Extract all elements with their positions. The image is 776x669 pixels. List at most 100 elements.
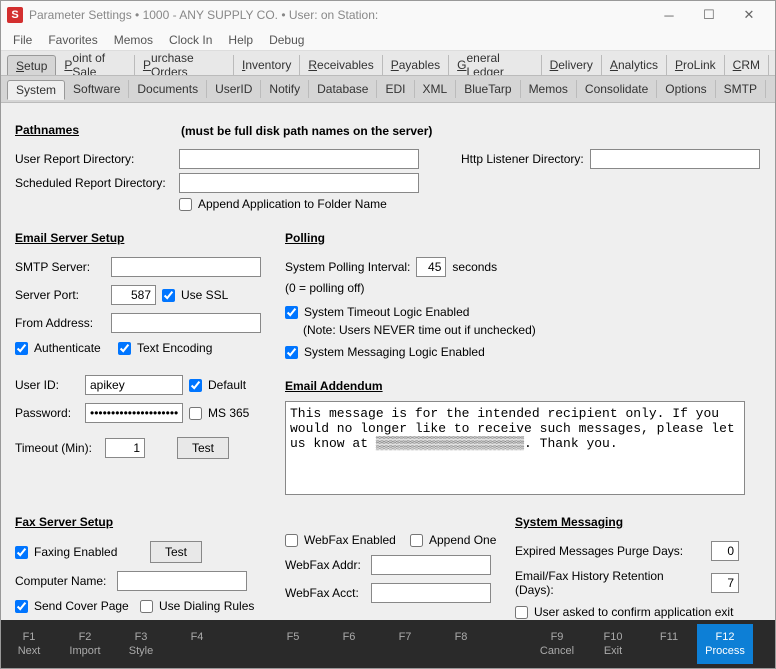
sub-tabs: SystemSoftwareDocumentsUserIDNotifyDatab… bbox=[1, 75, 775, 103]
faxing-enabled-checkbox[interactable] bbox=[15, 546, 28, 559]
computer-label: Computer Name: bbox=[15, 574, 111, 588]
userid-input[interactable] bbox=[85, 375, 183, 395]
append-one-checkbox[interactable] bbox=[410, 534, 423, 547]
ssl-checkbox[interactable] bbox=[162, 289, 175, 302]
sysmsg-header: System Messaging bbox=[515, 515, 761, 529]
tab-delivery[interactable]: Delivery bbox=[542, 55, 602, 75]
interval-input[interactable] bbox=[416, 257, 446, 277]
ms365-checkbox[interactable] bbox=[189, 407, 202, 420]
fkey-f9[interactable]: F9Cancel bbox=[529, 624, 585, 665]
tab-crm[interactable]: CRM bbox=[725, 55, 769, 75]
default-label: Default bbox=[208, 378, 246, 392]
history-input[interactable] bbox=[711, 573, 739, 593]
interval-unit: seconds bbox=[452, 260, 497, 274]
http-listener-label: Http Listener Directory: bbox=[461, 152, 584, 166]
subtab-smtp[interactable]: SMTP bbox=[716, 80, 766, 98]
tab-prolink[interactable]: ProLink bbox=[667, 55, 725, 75]
password-input[interactable] bbox=[85, 403, 183, 423]
subtab-memos[interactable]: Memos bbox=[521, 80, 577, 98]
menu-memos[interactable]: Memos bbox=[106, 31, 161, 49]
main-tabs: SetupPoint of SalePurchase OrdersInvento… bbox=[1, 51, 775, 75]
auth-checkbox[interactable] bbox=[15, 342, 28, 355]
subtab-notify[interactable]: Notify bbox=[261, 80, 309, 98]
fax-test-button[interactable]: Test bbox=[150, 541, 202, 563]
tab-receivables[interactable]: Receivables bbox=[300, 55, 382, 75]
faxing-enabled-label: Faxing Enabled bbox=[34, 545, 144, 559]
subtab-bluetarp[interactable]: BlueTarp bbox=[456, 80, 520, 98]
textenc-checkbox[interactable] bbox=[118, 342, 131, 355]
confirm-exit-checkbox[interactable] bbox=[515, 606, 528, 619]
subtab-options[interactable]: Options bbox=[657, 80, 715, 98]
subtab-edi[interactable]: EDI bbox=[377, 80, 414, 98]
email-test-button[interactable]: Test bbox=[177, 437, 229, 459]
append-folder-checkbox[interactable] bbox=[179, 198, 192, 211]
webfax-addr-input[interactable] bbox=[371, 555, 491, 575]
smtp-input[interactable] bbox=[111, 257, 261, 277]
fkey-f8[interactable]: F8 bbox=[433, 624, 489, 665]
fax-header: Fax Server Setup bbox=[15, 515, 275, 529]
sched-report-input[interactable] bbox=[179, 173, 419, 193]
default-checkbox[interactable] bbox=[189, 379, 202, 392]
subtab-software[interactable]: Software bbox=[65, 80, 129, 98]
fkey-f6[interactable]: F6 bbox=[321, 624, 377, 665]
fkey-f5[interactable]: F5 bbox=[265, 624, 321, 665]
tab-purchase-orders[interactable]: Purchase Orders bbox=[135, 55, 234, 75]
port-label: Server Port: bbox=[15, 288, 105, 302]
user-report-input[interactable] bbox=[179, 149, 419, 169]
window-title: Parameter Settings • 1000 - ANY SUPPLY C… bbox=[29, 8, 649, 22]
computer-input[interactable] bbox=[117, 571, 247, 591]
subtab-documents[interactable]: Documents bbox=[129, 80, 207, 98]
fkey-f7[interactable]: F7 bbox=[377, 624, 433, 665]
subtab-xml[interactable]: XML bbox=[415, 80, 457, 98]
fkey-f3[interactable]: F3Style bbox=[113, 624, 169, 665]
dialing-checkbox[interactable] bbox=[140, 600, 153, 613]
http-listener-input[interactable] bbox=[590, 149, 760, 169]
password-label: Password: bbox=[15, 406, 79, 420]
fkey-f1[interactable]: F1Next bbox=[1, 624, 57, 665]
messaging-logic-checkbox[interactable] bbox=[285, 346, 298, 359]
timeout-label: Timeout (Min): bbox=[15, 441, 99, 455]
cover-checkbox[interactable] bbox=[15, 600, 28, 613]
addendum-textarea[interactable] bbox=[285, 401, 745, 495]
messaging-logic-label: System Messaging Logic Enabled bbox=[304, 345, 485, 359]
purge-label: Expired Messages Purge Days: bbox=[515, 544, 705, 558]
tab-setup[interactable]: Setup bbox=[7, 55, 56, 75]
subtab-userid[interactable]: UserID bbox=[207, 80, 261, 98]
from-label: From Address: bbox=[15, 316, 105, 330]
timeout-input[interactable] bbox=[105, 438, 145, 458]
timeout-logic-checkbox[interactable] bbox=[285, 306, 298, 319]
subtab-system[interactable]: System bbox=[7, 80, 65, 100]
menu-file[interactable]: File bbox=[5, 31, 40, 49]
sched-report-label: Scheduled Report Directory: bbox=[15, 176, 173, 190]
minimize-button[interactable]: ─ bbox=[649, 3, 689, 27]
webfax-acct-label: WebFax Acct: bbox=[285, 586, 365, 600]
menu-clock-in[interactable]: Clock In bbox=[161, 31, 220, 49]
tab-general-ledger[interactable]: General Ledger bbox=[449, 55, 541, 75]
subtab-database[interactable]: Database bbox=[309, 80, 377, 98]
purge-input[interactable] bbox=[711, 541, 739, 561]
tab-analytics[interactable]: Analytics bbox=[602, 55, 667, 75]
menu-debug[interactable]: Debug bbox=[261, 31, 312, 49]
webfax-enabled-label: WebFax Enabled bbox=[304, 533, 404, 547]
function-key-bar: F1NextF2ImportF3StyleF4 F5 F6 F7 F8 F9Ca… bbox=[1, 620, 775, 668]
from-input[interactable] bbox=[111, 313, 261, 333]
webfax-enabled-checkbox[interactable] bbox=[285, 534, 298, 547]
close-button[interactable]: ✕ bbox=[729, 3, 769, 27]
subtab-consolidate[interactable]: Consolidate bbox=[577, 80, 657, 98]
menu-favorites[interactable]: Favorites bbox=[40, 31, 105, 49]
fkey-f2[interactable]: F2Import bbox=[57, 624, 113, 665]
fkey-f4[interactable]: F4 bbox=[169, 624, 225, 665]
fkey-f10[interactable]: F10Exit bbox=[585, 624, 641, 665]
port-input[interactable] bbox=[111, 285, 156, 305]
tab-point-of-sale[interactable]: Point of Sale bbox=[56, 55, 135, 75]
maximize-button[interactable]: ☐ bbox=[689, 3, 729, 27]
tab-payables[interactable]: Payables bbox=[383, 55, 449, 75]
tab-inventory[interactable]: Inventory bbox=[234, 55, 300, 75]
fkey-f11[interactable]: F11 bbox=[641, 624, 697, 665]
auth-label: Authenticate bbox=[34, 341, 112, 355]
webfax-acct-input[interactable] bbox=[371, 583, 491, 603]
webfax-addr-label: WebFax Addr: bbox=[285, 558, 365, 572]
fkey-f12[interactable]: F12Process bbox=[697, 624, 753, 665]
append-one-label: Append One bbox=[429, 533, 496, 547]
menu-help[interactable]: Help bbox=[220, 31, 261, 49]
